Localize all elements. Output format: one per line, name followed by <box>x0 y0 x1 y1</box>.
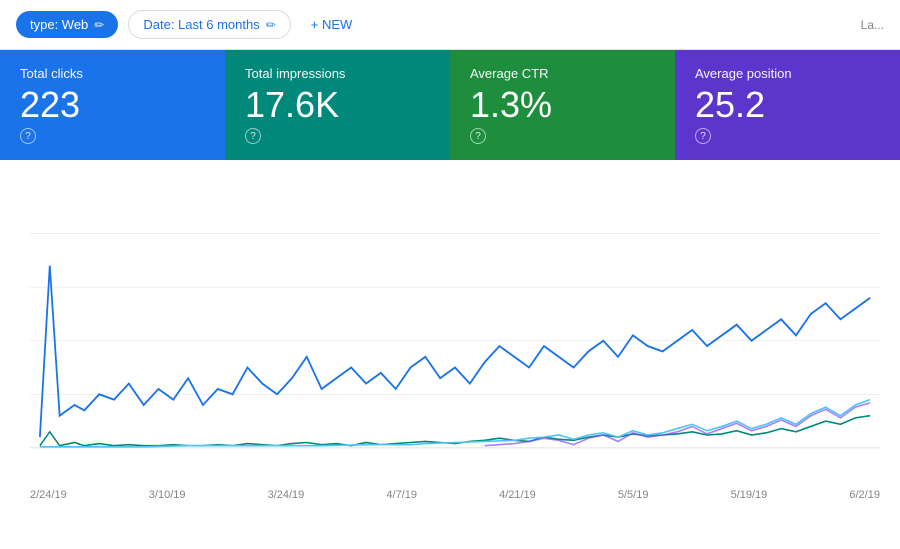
chart-area: 2/24/19 3/10/19 3/24/19 4/7/19 4/21/19 5… <box>0 160 900 520</box>
x-label-1: 3/10/19 <box>149 489 186 501</box>
metric-value-total-clicks: 223 <box>20 85 205 125</box>
line-chart <box>30 180 880 480</box>
metrics-row: Total clicks 223 ? Total impressions 17.… <box>0 50 900 160</box>
x-label-5: 5/5/19 <box>618 489 649 501</box>
x-label-3: 4/7/19 <box>386 489 417 501</box>
right-label: La... <box>861 18 884 32</box>
metric-card-average-ctr[interactable]: Average CTR 1.3% ? <box>450 50 675 160</box>
x-label-0: 2/24/19 <box>30 489 67 501</box>
type-filter-chip[interactable]: type: Web ✏ <box>16 11 118 38</box>
type-filter-edit-icon: ✏ <box>94 18 104 32</box>
x-label-7: 6/2/19 <box>849 489 880 501</box>
help-icon-average-ctr[interactable]: ? <box>470 128 486 144</box>
x-axis-labels: 2/24/19 3/10/19 3/24/19 4/7/19 4/21/19 5… <box>30 485 880 501</box>
toolbar: type: Web ✏ Date: Last 6 months ✏ + NEW … <box>0 0 900 50</box>
metric-footer-average-ctr: ? <box>470 128 655 144</box>
metric-footer-average-position: ? <box>695 128 880 144</box>
metric-label-total-impressions: Total impressions <box>245 66 430 81</box>
type-filter-label: type: Web <box>30 17 88 32</box>
date-filter-label: Date: Last 6 months <box>143 17 259 32</box>
metric-footer-total-clicks: ? <box>20 128 205 144</box>
metric-label-total-clicks: Total clicks <box>20 66 205 81</box>
metric-card-average-position[interactable]: Average position 25.2 ? <box>675 50 900 160</box>
metric-card-total-impressions[interactable]: Total impressions 17.6K ? <box>225 50 450 160</box>
help-icon-total-clicks[interactable]: ? <box>20 128 36 144</box>
new-button[interactable]: + NEW <box>301 11 363 38</box>
new-button-label: + NEW <box>311 17 353 32</box>
x-label-4: 4/21/19 <box>499 489 536 501</box>
date-filter-edit-icon: ✏ <box>266 18 276 32</box>
metric-footer-total-impressions: ? <box>245 128 430 144</box>
metric-label-average-ctr: Average CTR <box>470 66 655 81</box>
metric-value-average-position: 25.2 <box>695 85 880 125</box>
help-icon-total-impressions[interactable]: ? <box>245 128 261 144</box>
x-label-6: 5/19/19 <box>731 489 768 501</box>
metric-value-total-impressions: 17.6K <box>245 85 430 125</box>
x-label-2: 3/24/19 <box>268 489 305 501</box>
metric-value-average-ctr: 1.3% <box>470 85 655 125</box>
date-filter-chip[interactable]: Date: Last 6 months ✏ <box>128 10 290 39</box>
help-icon-average-position[interactable]: ? <box>695 128 711 144</box>
metric-label-average-position: Average position <box>695 66 880 81</box>
metric-card-total-clicks[interactable]: Total clicks 223 ? <box>0 50 225 160</box>
